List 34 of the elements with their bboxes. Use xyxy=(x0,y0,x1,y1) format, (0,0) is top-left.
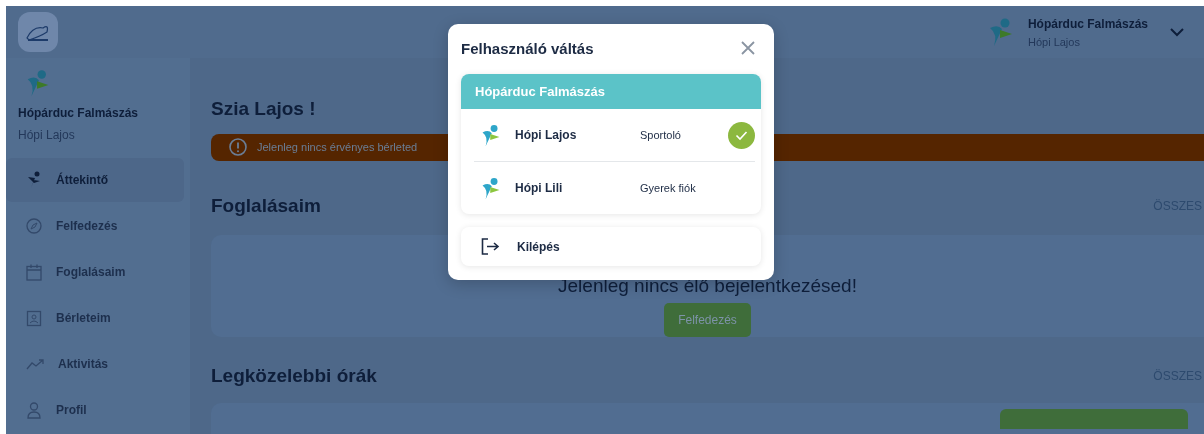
calendar-icon xyxy=(26,263,42,281)
section-heading: Legközelebbi órák xyxy=(211,364,377,387)
id-badge-icon xyxy=(26,309,42,327)
sidebar-item[interactable]: Bérleteim xyxy=(6,296,184,340)
sidebar-item[interactable]: Foglalásaim xyxy=(6,250,184,294)
club-logo-icon xyxy=(18,12,58,52)
chevron-down-icon[interactable] xyxy=(1170,27,1184,37)
alert-icon xyxy=(229,138,247,157)
compass-icon xyxy=(26,218,42,234)
climber-logo-icon xyxy=(987,16,1014,48)
section-heading: Foglalásaim xyxy=(211,194,321,217)
header-club-name: Hópárduc Falmászás xyxy=(1027,16,1148,31)
notice-text: Jelenleg nincs érvényes bérleted xyxy=(257,141,418,154)
account-row[interactable]: Hópi Lili Gyerek fiók xyxy=(474,161,755,214)
account-row[interactable]: Hópi Lajos Sportoló xyxy=(474,109,755,161)
logout-button[interactable]: Kilépés xyxy=(461,227,761,266)
logout-icon xyxy=(481,238,500,255)
person-icon xyxy=(26,401,42,419)
sidebar-item[interactable]: Felfedezés xyxy=(6,204,184,248)
club-header: Hópárduc Falmászás xyxy=(461,74,761,109)
account-name: Hópi Lili xyxy=(515,181,564,195)
account-role: Gyerek fiók xyxy=(640,182,696,194)
dialog-title: Felhasználó váltás xyxy=(461,39,594,57)
check-icon xyxy=(728,121,755,149)
greeting-heading: Szia Lajos ! xyxy=(211,98,317,120)
account-role: Sportoló xyxy=(640,129,681,141)
sidebar-item[interactable]: Profil xyxy=(6,388,184,432)
close-icon[interactable] xyxy=(741,41,755,55)
sidebar-item[interactable]: Áttekintő xyxy=(6,158,184,202)
explore-button[interactable]: Felfedezés xyxy=(664,302,751,337)
trend-icon xyxy=(26,358,44,370)
sidebar-club-name: Hópárduc Falmászás xyxy=(18,106,140,120)
account-name: Hópi Lajos xyxy=(515,128,578,142)
sidebar-item[interactable]: Aktivitás xyxy=(6,342,184,386)
